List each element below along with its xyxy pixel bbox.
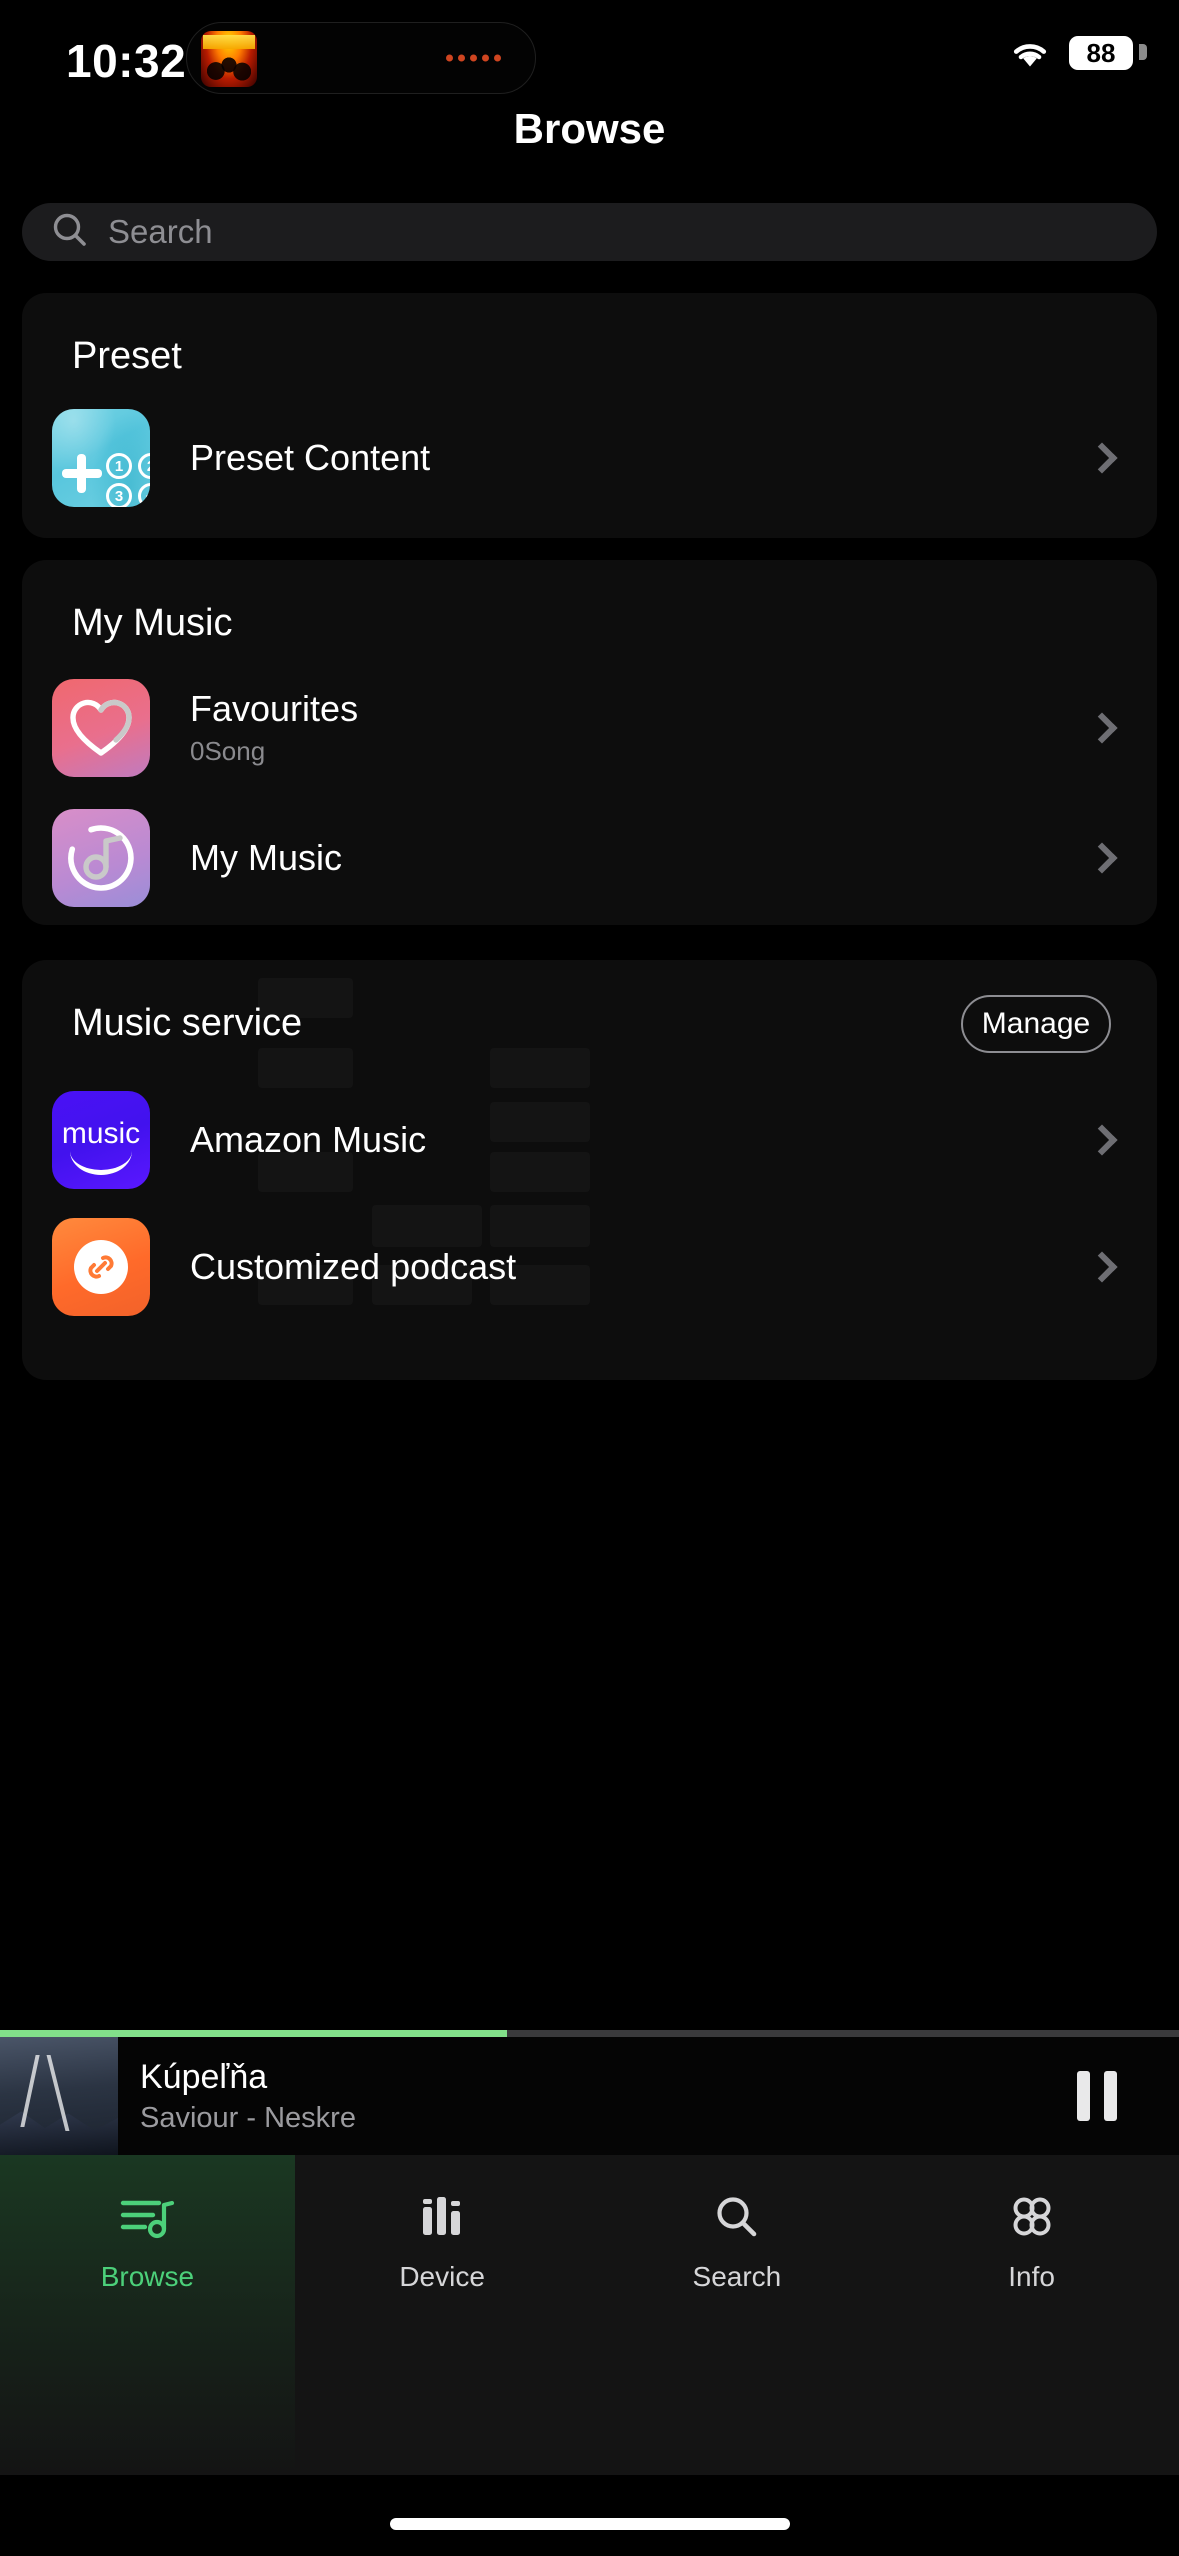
list-item-label: Customized podcast [190, 1245, 517, 1287]
music-note-circle-icon [52, 809, 150, 907]
chevron-right-icon [1086, 1124, 1118, 1156]
list-item-preset-content[interactable]: 12 3••• Preset Content [52, 408, 1127, 508]
now-playing-title: Kúpeľňa [140, 2058, 268, 2097]
device-equalizer-icon [417, 2189, 467, 2245]
dynamic-island[interactable] [186, 22, 536, 94]
tab-device[interactable]: Device [295, 2155, 590, 2475]
list-item-label: Preset Content [190, 436, 431, 478]
chevron-right-icon [1086, 442, 1118, 474]
tab-bar[interactable]: Browse Device Search Info [0, 2155, 1179, 2475]
audio-waveform-dots [446, 54, 501, 62]
search-placeholder: Search [108, 213, 213, 250]
preset-section-card: Preset 12 3••• Preset Content [22, 293, 1157, 538]
list-item-label: Favourites [190, 688, 359, 730]
my-music-section-title: My Music [72, 602, 233, 644]
playback-progress-track[interactable] [0, 2030, 1179, 2037]
search-input[interactable]: Search [22, 203, 1157, 261]
search-icon [50, 210, 90, 255]
heart-icon [52, 679, 150, 777]
wifi-icon [1009, 38, 1051, 70]
status-bar: 10:32 88 [0, 0, 1179, 118]
podcast-link-icon [52, 1218, 150, 1316]
amazon-music-wordmark: music [61, 1117, 141, 1150]
tab-label: Search [692, 2261, 782, 2292]
manage-button[interactable]: Manage [961, 995, 1111, 1053]
album-art-thumbnail [201, 31, 257, 87]
preset-section-title: Preset [72, 335, 182, 377]
link-chain-icon [88, 1255, 114, 1279]
chevron-right-icon [1086, 712, 1118, 744]
album-artwork [0, 2037, 118, 2155]
app-screen: 10:32 88 Browse Search Preset 1 3 • Pres… [0, 0, 1179, 2556]
preset-content-icon: 12 3••• [52, 409, 150, 507]
search-bar-container[interactable]: Search [22, 203, 1157, 261]
tab-label: Device [399, 2261, 485, 2292]
tab-label: Browse [100, 2261, 195, 2292]
amazon-music-icon: music [52, 1091, 150, 1189]
page-title: Browse [513, 105, 666, 152]
amazon-smile-icon [70, 1151, 132, 1175]
chevron-right-icon [1086, 842, 1118, 874]
my-music-section-card: My Music Favourites 0Song My Music [22, 560, 1157, 925]
skeleton-block [490, 1048, 590, 1088]
music-service-section-card: Music service Manage music Amazon Music [22, 960, 1157, 1380]
list-item-label: Amazon Music [190, 1118, 427, 1160]
list-item-subtitle: 0Song [190, 735, 266, 766]
tab-label: Info [1008, 2261, 1055, 2292]
home-indicator[interactable] [389, 2518, 790, 2530]
tab-browse[interactable]: Browse [0, 2155, 295, 2475]
tab-info[interactable]: Info [884, 2155, 1179, 2475]
battery-percent-label: 88 [1086, 37, 1116, 68]
info-grid-icon [1007, 2189, 1057, 2245]
skeleton-block [258, 1048, 353, 1088]
status-time: 10:32 [66, 35, 187, 87]
music-service-section-title: Music service [72, 1002, 303, 1044]
search-icon [712, 2189, 762, 2245]
battery-indicator: 88 [1069, 36, 1133, 70]
list-item-my-music[interactable]: My Music [52, 808, 1127, 908]
list-item-amazon-music[interactable]: music Amazon Music [52, 1090, 1127, 1190]
tab-search[interactable]: Search [590, 2155, 885, 2475]
chevron-right-icon [1086, 1251, 1118, 1283]
list-item-label: My Music [190, 836, 342, 878]
browse-content[interactable]: Preset 12 3••• Preset Content My Music [0, 285, 1179, 2030]
now-playing-artist: Saviour - Neskre [140, 2101, 356, 2134]
browse-playlist-icon [119, 2189, 175, 2245]
mini-player[interactable]: Kúpeľňa Saviour - Neskre [0, 2037, 1179, 2155]
battery-tip-icon [1139, 44, 1147, 60]
mini-player-text: Kúpeľňa Saviour - Neskre [140, 2057, 1077, 2134]
list-item-favourites[interactable]: Favourites 0Song [52, 678, 1127, 778]
list-item-customized-podcast[interactable]: Customized podcast [52, 1217, 1127, 1317]
pause-icon[interactable] [1077, 2071, 1117, 2121]
playback-progress-fill [0, 2030, 507, 2037]
